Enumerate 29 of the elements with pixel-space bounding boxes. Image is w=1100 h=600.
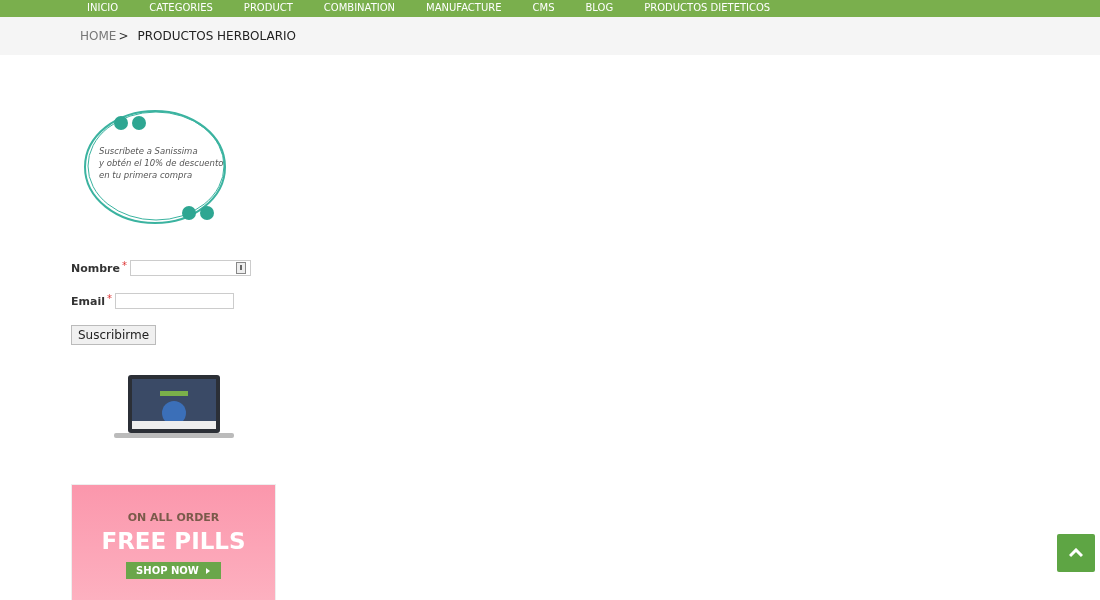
banner-text: y obtén el 10% de descuento (99, 157, 224, 169)
required-mark: * (122, 259, 127, 271)
chevron-up-icon (1069, 548, 1083, 558)
banner-text: Suscríbete a Sanissima (99, 145, 199, 157)
required-mark: * (106, 292, 112, 304)
contact-card-icon (236, 262, 246, 274)
nav-link[interactable]: PRODUCTOS DIETETICOS (644, 2, 771, 17)
field-label: Nombre (71, 261, 120, 275)
nav-link[interactable]: COMBINATION (323, 2, 396, 17)
subscribe-button[interactable]: Suscribirme (71, 325, 157, 345)
nav-link[interactable]: BLOG (585, 2, 614, 17)
input-field[interactable] (130, 260, 251, 276)
breadcrumb-separator: > (118, 29, 129, 43)
shop-now-button[interactable]: SHOP NOW (126, 562, 221, 579)
nav-link[interactable]: PRODUCT (243, 2, 293, 17)
banner-text: en tu primera compra (99, 169, 194, 181)
promo-kicker: ON ALL ORDER (127, 511, 220, 524)
breadcrumb-link[interactable]: HOME (80, 29, 117, 43)
nav-link[interactable]: CMS (532, 2, 555, 17)
nav-link[interactable]: CATEGORIES (149, 2, 213, 17)
field-label: Email (71, 294, 105, 308)
input-field[interactable] (114, 293, 234, 309)
nav-link[interactable]: INICIO (87, 2, 119, 17)
caret-icon (204, 566, 211, 575)
scroll-to-top-button[interactable] (1057, 534, 1095, 572)
breadcrumb-current: PRODUCTOS HERBOLARIO (137, 29, 296, 43)
nav-link[interactable]: MANUFACTURE (426, 2, 502, 17)
promo-headline: FREE PILLS (101, 528, 246, 554)
promo-banner[interactable]: ON ALL ORDER FREE PILLS SHOP NOW (71, 484, 276, 600)
